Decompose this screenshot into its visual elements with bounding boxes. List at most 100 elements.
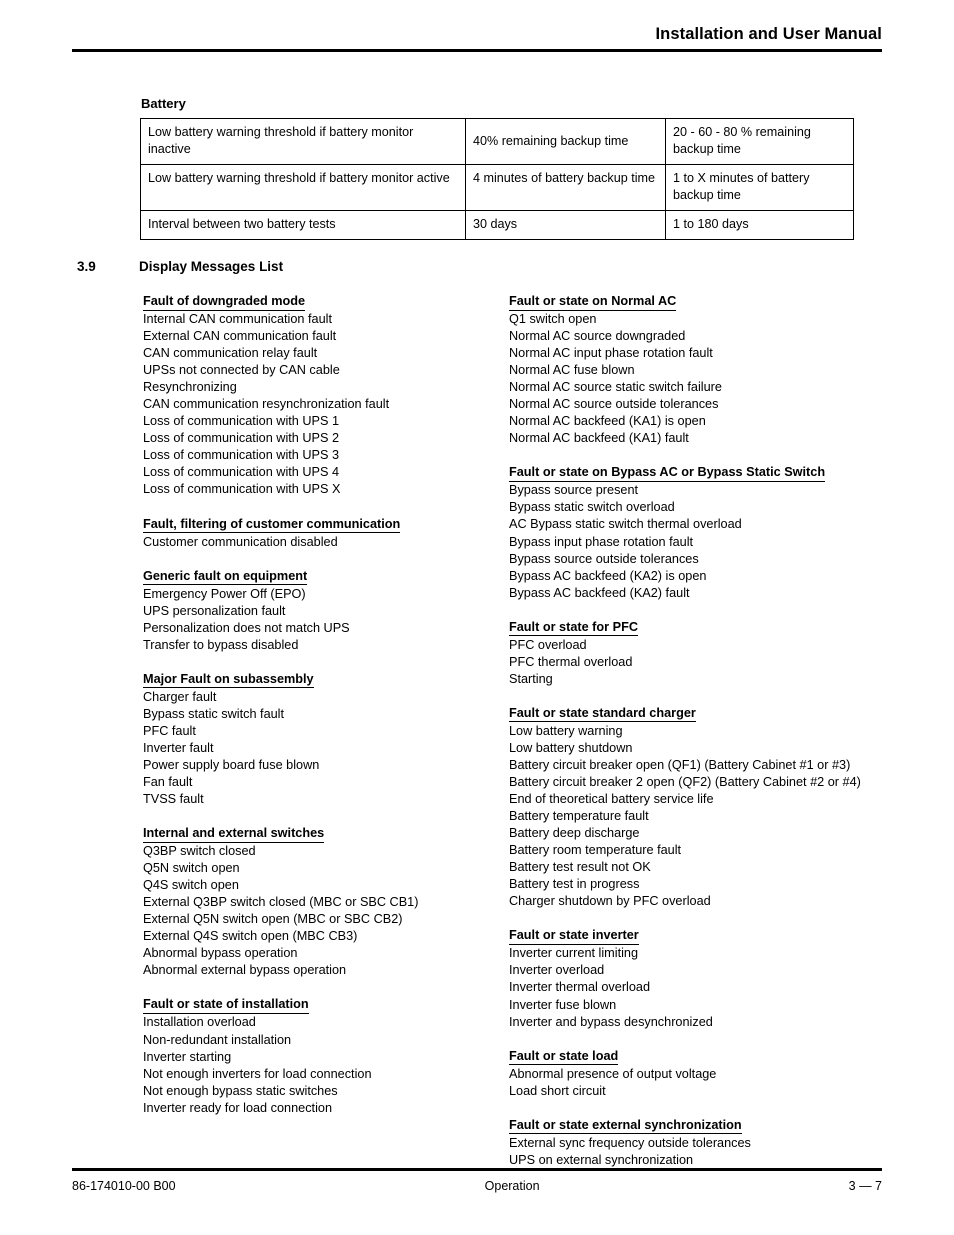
- list-item: Abnormal external bypass operation: [143, 963, 347, 978]
- list-item: TVSS fault: [143, 792, 204, 807]
- list-item: Loss of communication with UPS 4: [143, 465, 340, 480]
- message-group-heading: Fault, filtering of customer communicati…: [143, 516, 401, 534]
- list-item: AC Bypass static switch thermal overload: [509, 517, 742, 532]
- list-item: Q1 switch open: [509, 312, 597, 326]
- message-group-heading: Generic fault on equipment: [143, 568, 308, 586]
- list-item: UPS on external synchronization: [509, 1152, 694, 1167]
- list-item: Inverter fault: [143, 740, 214, 755]
- list-item: Bypass source present: [509, 483, 639, 498]
- message-group-heading: Fault or state on Bypass AC or Bypass St…: [509, 464, 826, 482]
- list-item: Bypass AC backfeed (KA2) is open: [509, 568, 707, 583]
- message-group: Major Fault on subassembly Charger fault B…: [143, 671, 493, 808]
- message-group-heading: Fault or state for PFC: [509, 619, 638, 637]
- message-group: Fault or state on Bypass AC or Bypass St…: [509, 464, 889, 601]
- list-item: Bypass input phase rotation fault: [509, 534, 694, 549]
- message-group-heading: Fault or state of installation: [143, 996, 309, 1014]
- list-item: Normal AC backfeed (KA1) is open: [509, 414, 706, 429]
- table-row: Interval between two battery tests 30 da…: [140, 210, 854, 240]
- list-item: External Q3BP switch closed (MBC or SBC …: [143, 895, 419, 910]
- list-item: Charger fault: [143, 689, 217, 704]
- battery-param-default: 40% remaining backup time: [465, 118, 666, 165]
- battery-parameters-table: Low battery warning threshold if battery…: [140, 118, 854, 240]
- battery-param-range: 20 - 60 - 80 % remaining backup time: [665, 118, 854, 165]
- message-list-right-column: Fault or state on Normal AC Q1 switch ope…: [509, 293, 889, 1169]
- battery-section-label: Battery: [141, 96, 186, 111]
- battery-param-name: Interval between two battery tests: [140, 210, 466, 240]
- list-item: Q5N switch open: [143, 861, 240, 876]
- section-heading: 3.9 Display Messages List: [77, 258, 283, 275]
- list-item: Not enough inverters for load connection: [143, 1066, 372, 1081]
- footer-chapter-name: Operation: [484, 1179, 540, 1193]
- list-item: Abnormal bypass operation: [143, 946, 298, 961]
- list-item: Low battery shutdown: [509, 740, 633, 755]
- list-item: CAN communication resynchronization faul…: [143, 397, 390, 412]
- message-group-heading: Fault or state load: [509, 1048, 619, 1066]
- battery-param-range: 1 to 180 days: [665, 210, 854, 240]
- message-group: Fault or state load Abnormal presence of …: [509, 1048, 889, 1100]
- list-item: External Q5N switch open (MBC or SBC CB2…: [143, 912, 403, 927]
- list-item: External sync frequency outside toleranc…: [509, 1135, 751, 1150]
- list-item: Inverter starting: [143, 1049, 232, 1064]
- list-item: External CAN communication fault: [143, 329, 337, 344]
- message-group: Fault of downgraded mode Internal CAN com…: [143, 293, 493, 499]
- list-item: Inverter and bypass desynchronized: [509, 1014, 713, 1029]
- list-item: Inverter thermal overload: [509, 980, 651, 995]
- list-item: Transfer to bypass disabled: [143, 637, 299, 652]
- list-item: PFC overload: [509, 637, 587, 652]
- battery-param-default: 4 minutes of battery backup time: [465, 164, 666, 211]
- manual-page: Installation and User Manual Battery Low…: [0, 0, 954, 1235]
- battery-param-range: 1 to X minutes of battery backup time: [665, 164, 854, 211]
- list-item: Battery deep discharge: [509, 826, 640, 841]
- message-group: Generic fault on equipment Emergency Powe…: [143, 568, 493, 654]
- list-item: Inverter ready for load connection: [143, 1100, 333, 1115]
- message-group-heading: Fault or state external synchronization: [509, 1117, 742, 1135]
- list-item: Battery circuit breaker 2 open (QF2) (Ba…: [509, 774, 861, 789]
- message-group-heading: Fault of downgraded mode: [143, 293, 306, 311]
- list-item: Customer communication disabled: [143, 534, 338, 549]
- page-footer: 86-174010-00 B00 Operation 3 — 7: [72, 1178, 882, 1194]
- list-item: PFC thermal overload: [509, 654, 633, 669]
- message-group: Fault or state standard charger Low batte…: [509, 705, 889, 911]
- message-group: Fault or state external synchronization E…: [509, 1117, 889, 1169]
- list-item: Loss of communication with UPS 2: [143, 431, 340, 446]
- list-item: Non-redundant installation: [143, 1032, 292, 1047]
- footer-document-number: 86-174010-00 B00: [72, 1179, 176, 1193]
- list-item: UPSs not connected by CAN cable: [143, 363, 340, 378]
- list-item: End of theoretical battery service life: [509, 792, 714, 807]
- table-row: Low battery warning threshold if battery…: [140, 164, 854, 211]
- list-item: Normal AC source static switch failure: [509, 380, 722, 395]
- list-item: External Q4S switch open (MBC CB3): [143, 929, 358, 944]
- list-item: Personalization does not match UPS: [143, 620, 350, 635]
- list-item: Fan fault: [143, 774, 193, 789]
- list-item: Inverter fuse blown: [509, 997, 617, 1012]
- list-item: Battery room temperature fault: [509, 843, 682, 858]
- page-title: Display Messages List: [139, 259, 284, 274]
- list-item: Emergency Power Off (EPO): [143, 586, 306, 601]
- list-item: Installation overload: [143, 1015, 256, 1030]
- message-group: Internal and external switches Q3BP switc…: [143, 825, 493, 979]
- list-item: Normal AC backfeed (KA1) fault: [509, 431, 689, 446]
- message-group: Fault, filtering of customer communicati…: [143, 516, 493, 551]
- list-item: Inverter current limiting: [509, 946, 639, 961]
- list-item: Normal AC source downgraded: [509, 329, 686, 344]
- battery-param-name: Low battery warning threshold if battery…: [140, 164, 466, 211]
- list-item: Starting: [509, 671, 553, 686]
- message-group-heading: Internal and external switches: [143, 825, 325, 843]
- list-item: Abnormal presence of output voltage: [509, 1066, 717, 1081]
- list-item: Normal AC source outside tolerances: [509, 397, 719, 412]
- section-number: 3.9: [77, 259, 96, 274]
- list-item: Internal CAN communication fault: [143, 312, 332, 326]
- battery-param-name: Low battery warning threshold if battery…: [140, 118, 466, 165]
- list-item: Battery temperature fault: [509, 809, 649, 824]
- message-group: Fault or state on Normal AC Q1 switch ope…: [509, 293, 889, 447]
- message-group: Fault or state for PFC PFC overload PFC th…: [509, 619, 889, 688]
- manual-title: Installation and User Manual: [655, 25, 882, 43]
- list-item: CAN communication relay fault: [143, 346, 318, 361]
- list-item: Load short circuit: [509, 1083, 606, 1098]
- list-item: Loss of communication with UPS 1: [143, 414, 340, 429]
- message-group-heading: Fault or state inverter: [509, 927, 639, 945]
- list-item: Normal AC fuse blown: [509, 363, 635, 378]
- list-item: Low battery warning: [509, 723, 623, 738]
- list-item: Bypass static switch fault: [143, 706, 285, 721]
- list-item: Resynchronizing: [143, 380, 237, 395]
